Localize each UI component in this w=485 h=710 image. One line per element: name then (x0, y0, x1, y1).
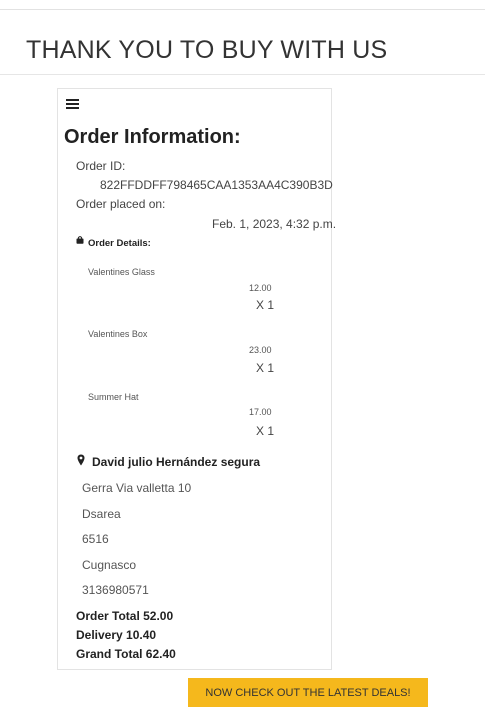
item-name: Summer Hat (88, 392, 139, 402)
item-name: Valentines Glass (88, 267, 155, 277)
delivery-fee: Delivery 10.40 (76, 628, 157, 642)
address-line: 6516 (82, 532, 109, 546)
item-price: 23.00 (249, 345, 272, 355)
item-quantity: X 1 (256, 361, 275, 375)
item-price: 17.00 (249, 407, 272, 417)
address-line: Cugnasco (82, 558, 137, 572)
order-id-label: Order ID: (76, 159, 126, 173)
item-name: Valentines Box (88, 329, 148, 339)
order-information-heading: Order Information: (64, 126, 241, 148)
order-placed-value: Feb. 1, 2023, 4:32 p.m. (212, 217, 337, 231)
item-quantity: X 1 (256, 424, 275, 438)
order-total: Order Total 52.00 (76, 609, 174, 623)
address-line: Gerra Via valletta 10 (82, 481, 192, 495)
map-pin-icon (77, 454, 85, 466)
order-details-label: Order Details: (88, 238, 151, 249)
page-header: THANK YOU TO BUY WITH US (0, 10, 485, 75)
order-placed-label: Order placed on: (76, 197, 166, 211)
item-quantity: X 1 (256, 298, 275, 312)
customer-name: David julio Hernández segura (92, 455, 261, 469)
address-line: Dsarea (82, 507, 121, 521)
item-price: 12.00 (249, 283, 272, 293)
phone-number: 3136980571 (82, 583, 149, 597)
latest-deals-button[interactable]: NOW CHECK OUT THE LATEST DEALS! (188, 678, 428, 707)
order-id-value: 822FFDDFF798465CAA1353AA4C390B3D (100, 178, 333, 192)
bag-icon (76, 236, 84, 244)
page-title: THANK YOU TO BUY WITH US (26, 36, 388, 64)
menu-icon[interactable] (66, 99, 79, 109)
grand-total: Grand Total 62.40 (76, 647, 176, 661)
